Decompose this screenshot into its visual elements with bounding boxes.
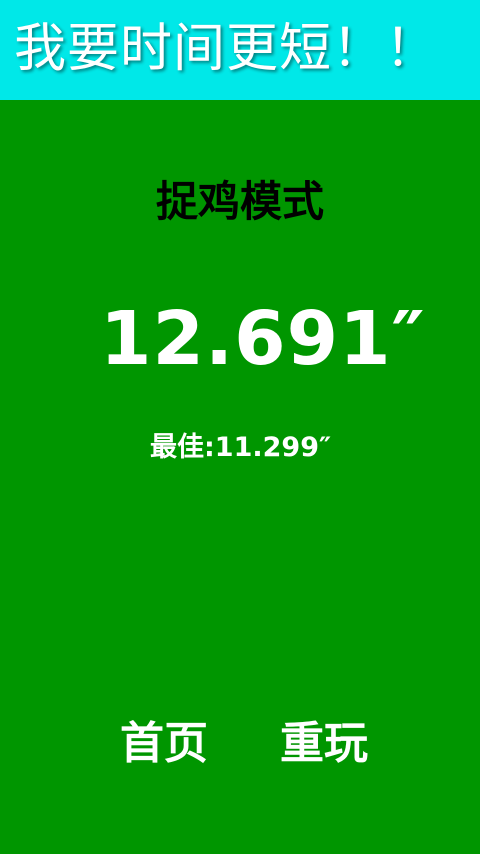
elapsed-time: 12.691″ xyxy=(100,296,426,382)
home-button[interactable]: 首页 xyxy=(120,714,208,774)
header-bar: 我要时间更短！！ xyxy=(0,0,480,100)
mode-title: 捉鸡模式 xyxy=(155,177,324,226)
best-time: 最佳:11.299″ xyxy=(150,432,332,463)
header-title: 我要时间更短！！ xyxy=(14,19,439,79)
replay-button[interactable]: 重玩 xyxy=(280,714,368,774)
